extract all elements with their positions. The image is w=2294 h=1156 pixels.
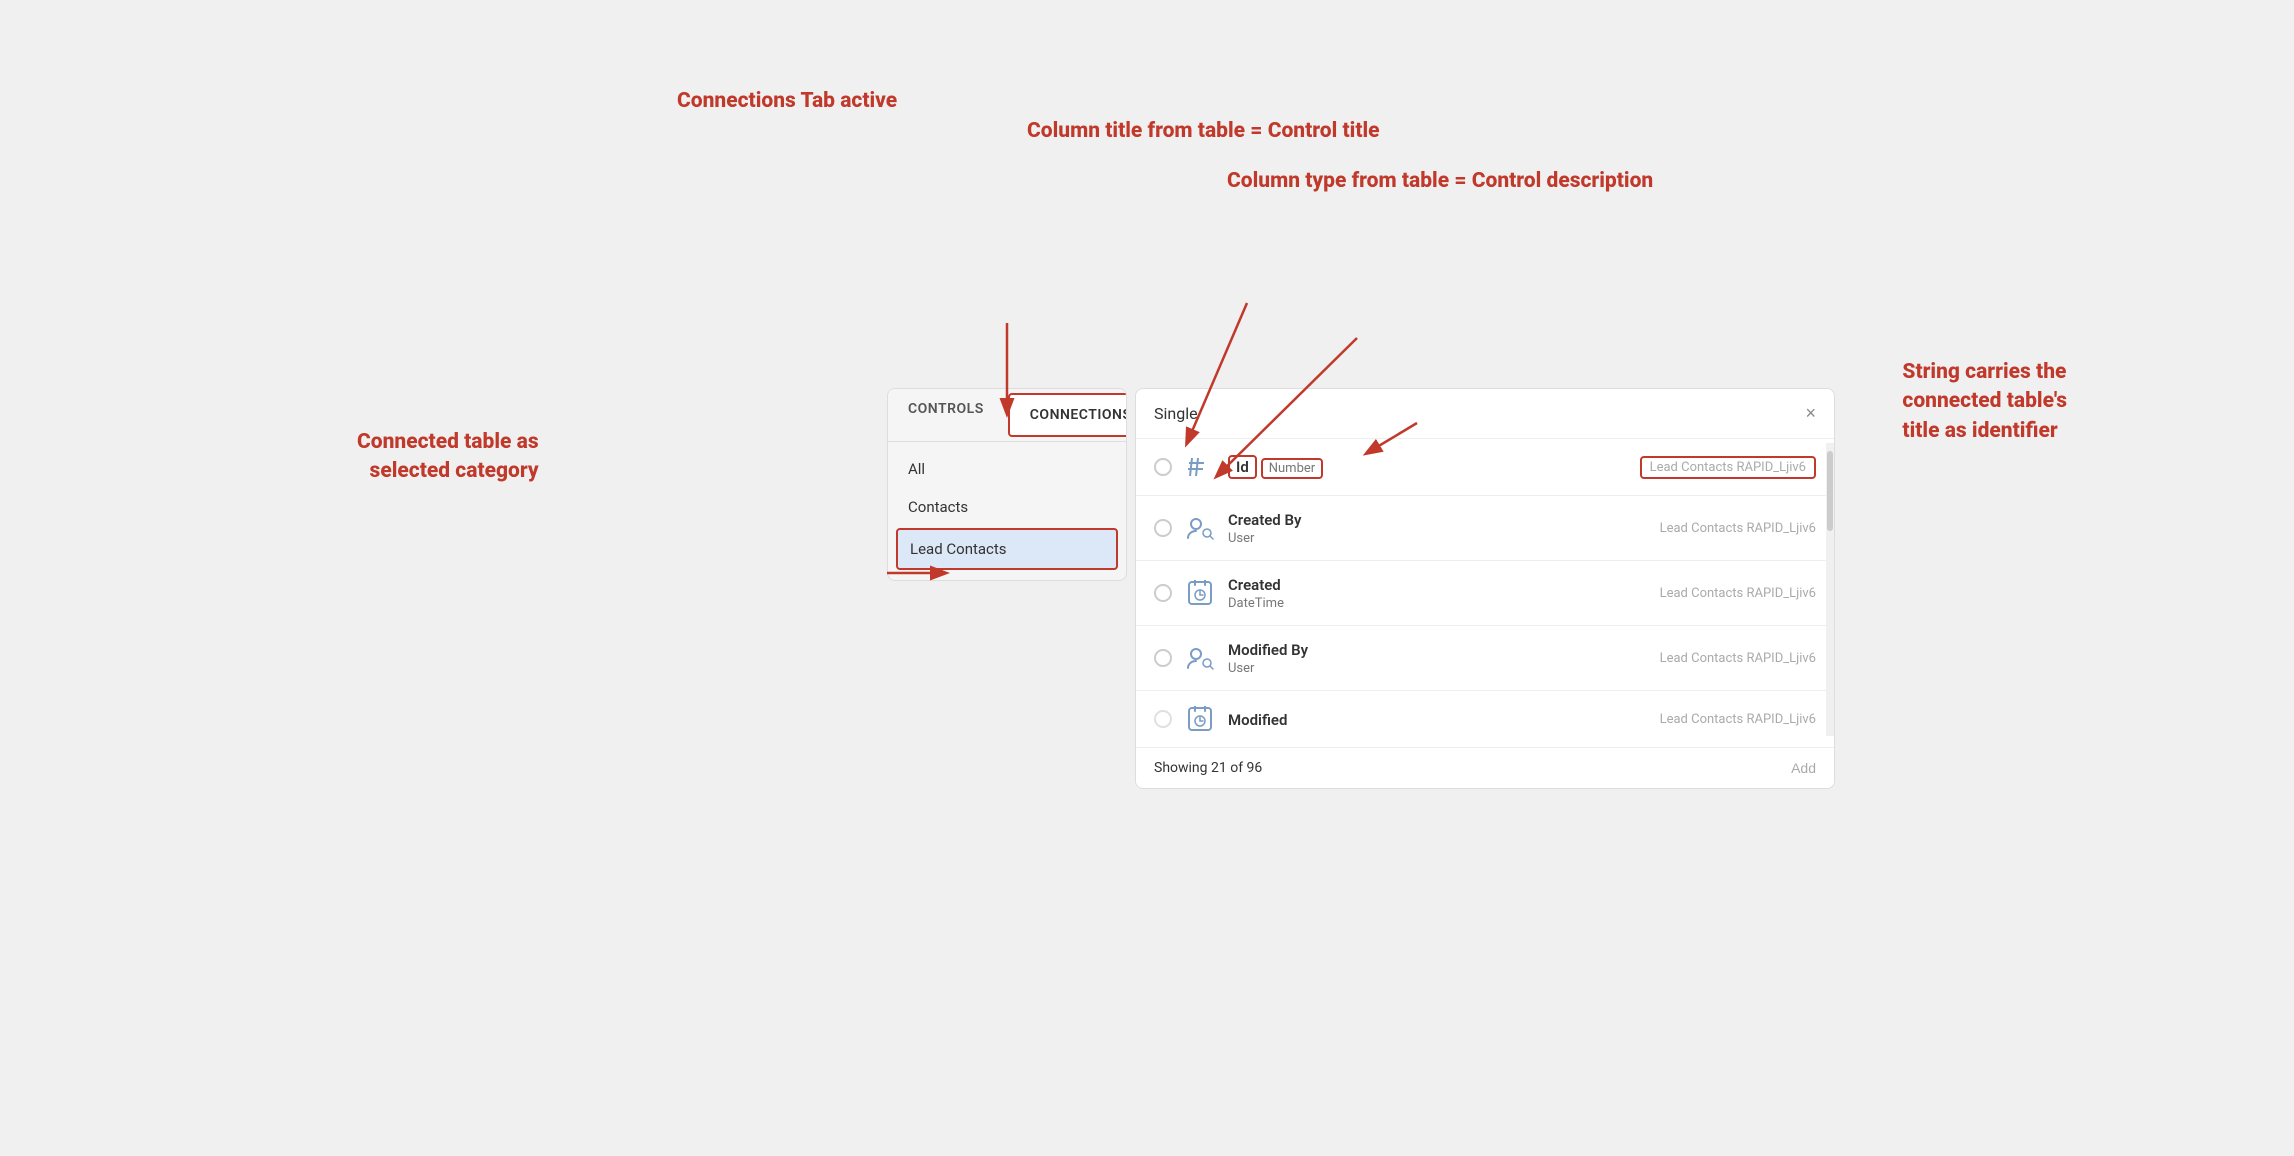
category-list: All Contacts Lead Contacts [888,442,1126,580]
item-type-created-by: User [1228,531,1646,546]
item-name-created: Created [1228,576,1281,594]
item-name-created-by: Created By [1228,511,1301,529]
radio-modified-by[interactable] [1154,649,1172,667]
tab-controls[interactable]: CONTROLS [888,389,1004,441]
list-item: Id Number Lead Contacts RAPID_Ljiv6 [1136,439,1834,496]
item-created-by-content: Created By User [1228,510,1646,546]
category-lead-contacts[interactable]: Lead Contacts [896,528,1118,570]
item-source-modified-by: Lead Contacts RAPID_Ljiv6 [1660,651,1816,666]
item-source-id: Lead Contacts RAPID_Ljiv6 [1640,456,1816,479]
user-search-icon [1186,514,1214,542]
clock-icon-2 [1186,705,1214,733]
number-icon [1186,453,1214,481]
tab-connections[interactable]: CONNECTIONS [1008,393,1127,437]
category-contacts[interactable]: Contacts [888,488,1126,526]
category-all[interactable]: All [888,450,1126,488]
items-list: Id Number Lead Contacts RAPID_Ljiv6 [1136,439,1834,747]
item-type-created: DateTime [1228,596,1646,611]
list-item: Created By User Lead Contacts RAPID_Ljiv… [1136,496,1834,561]
scrollbar-thumb[interactable] [1827,451,1833,531]
panel-footer: Showing 21 of 96 Add [1136,747,1834,788]
item-type-modified-by: User [1228,661,1646,676]
clock-icon [1186,579,1214,607]
item-name-id: Id [1228,455,1257,479]
item-name-modified: Modified [1228,711,1287,729]
list-item: Created DateTime Lead Contacts RAPID_Lji… [1136,561,1834,626]
close-button[interactable]: × [1805,403,1816,424]
tabs-header: CONTROLS CONNECTIONS [888,389,1126,442]
item-modified-content: Modified [1228,710,1646,729]
panel-header: Single × [1136,389,1834,439]
panel-title: Single [1154,404,1198,423]
left-panel: CONTROLS CONNECTIONS All Contacts Lead C… [887,388,1127,581]
item-source-created: Lead Contacts RAPID_Ljiv6 [1660,586,1816,601]
annotation-connections-tab: Connections Tab active [677,88,897,115]
item-type-id: Number [1261,458,1323,479]
right-panel: Single × [1135,388,1835,789]
item-source-modified: Lead Contacts RAPID_Ljiv6 [1660,712,1816,727]
annotation-string-carries: String carries theconnected table'stitle… [1902,358,2067,446]
item-created-content: Created DateTime [1228,575,1646,611]
scrollbar-track[interactable] [1826,443,1834,736]
item-name-modified-by: Modified By [1228,641,1308,659]
item-id-content: Id Number [1228,455,1626,479]
main-wrapper: Connections Tab active Column title from… [667,228,1627,928]
add-button[interactable]: Add [1791,760,1816,776]
annotation-column-title: Column title from table = Control title [1027,118,1380,145]
radio-created-by[interactable] [1154,519,1172,537]
radio-id[interactable] [1154,458,1172,476]
list-item: Modified By User Lead Contacts RAPID_Lji… [1136,626,1834,691]
list-item: Modified Lead Contacts RAPID_Ljiv6 [1136,691,1834,747]
annotation-column-type: Column type from table = Control descrip… [1227,168,1653,195]
radio-created[interactable] [1154,584,1172,602]
annotation-connected-table: Connected table asselected category [357,428,539,487]
user-search-icon-2 [1186,644,1214,672]
item-source-created-by: Lead Contacts RAPID_Ljiv6 [1660,521,1816,536]
radio-modified[interactable] [1154,710,1172,728]
footer-showing-text: Showing 21 of 96 [1154,760,1262,776]
item-modified-by-content: Modified By User [1228,640,1646,676]
